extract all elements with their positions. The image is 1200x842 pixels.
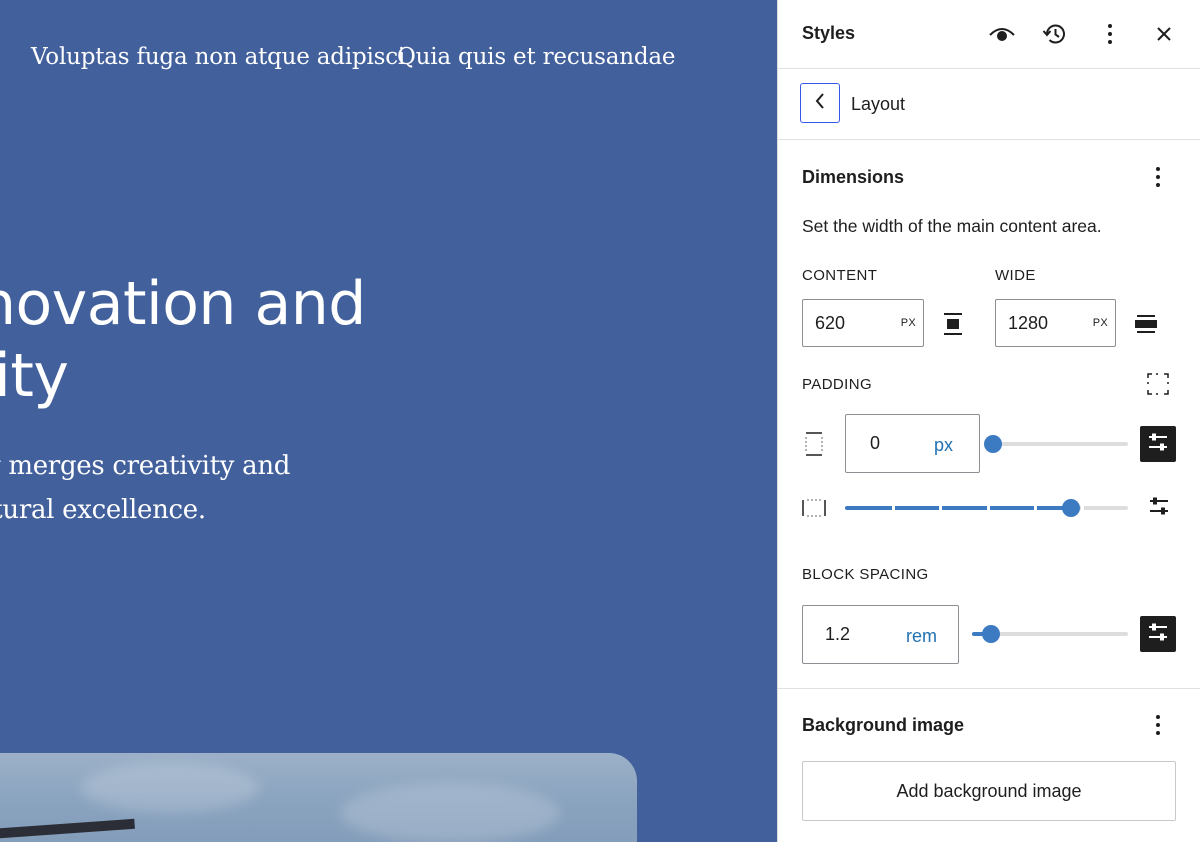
block-spacing-custom-toggle[interactable] [1140, 616, 1176, 652]
add-background-image-button[interactable]: Add background image [802, 761, 1176, 821]
settings-sliders-icon [1147, 621, 1169, 648]
slider-thumb[interactable] [1062, 499, 1080, 517]
block-spacing-input[interactable]: rem [802, 605, 959, 664]
dimensions-options-icon[interactable] [1146, 161, 1170, 193]
align-content-icon[interactable] [940, 311, 966, 337]
dimensions-description: Set the width of the main content area. [802, 216, 1102, 236]
padding-vertical-field[interactable] [846, 415, 979, 472]
padding-vertical-custom-toggle[interactable] [1140, 426, 1176, 462]
hero-subtext: ly merges creativity and ctural excellen… [0, 444, 290, 532]
padding-vertical-slider[interactable] [984, 435, 1128, 453]
settings-sliders-icon [1147, 431, 1169, 458]
content-width-input[interactable]: PX [802, 299, 924, 347]
padding-vertical-icon [802, 432, 826, 456]
slider-step-mark [987, 506, 990, 510]
slider-step-mark [1081, 506, 1084, 510]
hero-heading: novation and lity [0, 268, 366, 412]
content-width-label: CONTENT [802, 267, 878, 284]
padding-horizontal-preset-slider[interactable] [845, 499, 1128, 517]
padding-horizontal-icon [802, 496, 826, 520]
padding-horizontal-custom-toggle[interactable] [1146, 496, 1172, 520]
background-options-icon[interactable] [1146, 709, 1170, 741]
padding-label: PADDING [802, 376, 873, 393]
settings-sliders-icon [1148, 495, 1170, 522]
padding-vertical-input[interactable]: px [845, 414, 980, 473]
block-spacing-slider[interactable] [972, 625, 1128, 643]
hero-heading-line: lity [0, 341, 69, 411]
slider-step-mark [939, 506, 942, 510]
slider-thumb[interactable] [984, 435, 1002, 453]
editor-canvas: Voluptas fuga non atque adipisci Quia qu… [0, 0, 777, 842]
hero-subtext-line: ctural excellence. [0, 495, 206, 525]
background-image-title: Background image [802, 715, 965, 735]
slider-thumb[interactable] [982, 625, 1000, 643]
padding-sides-icon[interactable] [1145, 371, 1171, 397]
wide-width-unit[interactable]: PX [1093, 317, 1108, 329]
eye-icon[interactable] [986, 18, 1018, 50]
align-wide-icon[interactable] [1133, 311, 1159, 337]
back-button[interactable] [800, 83, 840, 123]
more-vertical-icon[interactable] [1094, 18, 1126, 50]
content-width-unit[interactable]: PX [901, 317, 916, 329]
history-icon[interactable] [1039, 18, 1071, 50]
nav-link[interactable]: Voluptas fuga non atque adipisci [31, 44, 405, 70]
section-divider [778, 688, 1200, 689]
slider-step-mark [1034, 506, 1037, 510]
block-spacing-label: BLOCK SPACING [802, 566, 929, 583]
styles-panel: Styles Layout Dimensions Set the width o… [777, 0, 1200, 842]
dimensions-title: Dimensions [802, 167, 905, 187]
padding-unit[interactable]: px [934, 435, 953, 456]
nav-link[interactable]: Quia quis et recusandae [397, 44, 675, 70]
building-roof [0, 818, 135, 841]
breadcrumb: Layout [778, 69, 1200, 140]
hero-subtext-line: ly merges creativity and [0, 451, 291, 481]
slider-step-mark [892, 506, 895, 510]
wide-width-input[interactable]: PX [995, 299, 1116, 347]
panel-header: Styles [778, 0, 1200, 69]
chevron-left-icon [814, 92, 826, 115]
wide-width-label: WIDE [995, 267, 1036, 284]
hero-heading-line: novation and [0, 269, 366, 339]
breadcrumb-title: Layout [851, 94, 906, 114]
hero-image [0, 753, 637, 842]
block-spacing-unit[interactable]: rem [906, 626, 937, 647]
close-icon[interactable] [1148, 18, 1180, 50]
panel-title: Styles [802, 23, 856, 43]
